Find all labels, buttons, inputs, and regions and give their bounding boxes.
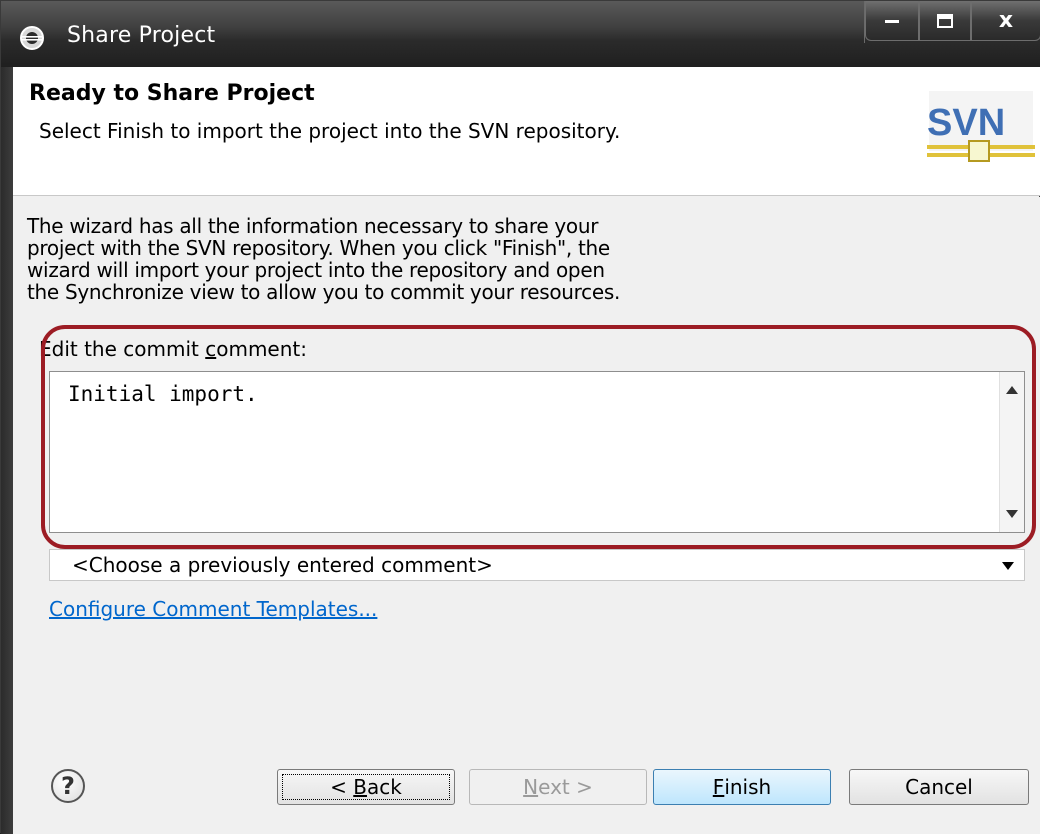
- minimize-button[interactable]: [865, 1, 919, 41]
- cancel-button[interactable]: Cancel: [849, 769, 1029, 805]
- svn-logo-text: SVN: [927, 102, 1005, 144]
- previous-comment-selected: <Choose a previously entered comment>: [72, 553, 493, 577]
- help-icon[interactable]: ?: [51, 769, 85, 803]
- focus-ring: [282, 774, 450, 800]
- svn-logo-icon: SVN: [927, 91, 1035, 162]
- finish-button[interactable]: Finish: [653, 769, 831, 805]
- window-controls: x: [864, 1, 1040, 43]
- maximize-icon: [937, 13, 953, 28]
- eclipse-icon: [20, 26, 44, 50]
- window-title: Share Project: [67, 23, 216, 48]
- chevron-down-icon[interactable]: [1002, 562, 1014, 570]
- wizard-header: Ready to Share Project Select Finish to …: [13, 67, 1040, 196]
- comment-scrollbar[interactable]: [999, 372, 1024, 532]
- intro-text: The wizard has all the information neces…: [27, 214, 621, 304]
- window-left-border: [1, 67, 13, 834]
- scroll-up-icon[interactable]: [1006, 386, 1018, 394]
- next-button[interactable]: Next >: [469, 769, 647, 805]
- page-description: Select Finish to import the project into…: [39, 119, 621, 143]
- close-button[interactable]: x: [971, 1, 1040, 41]
- configure-templates-link[interactable]: Configure Comment Templates...: [49, 597, 377, 621]
- title-bar: Share Project x: [1, 1, 1040, 67]
- minimize-icon: [885, 19, 899, 23]
- close-icon: x: [998, 8, 1014, 33]
- share-project-dialog: Share Project x Ready to Share Project S…: [0, 0, 1040, 834]
- page-title: Ready to Share Project: [29, 81, 315, 106]
- commit-comment-value: Initial import.: [68, 382, 258, 406]
- scroll-down-icon[interactable]: [1006, 510, 1018, 518]
- maximize-button[interactable]: [919, 1, 971, 41]
- previous-comment-dropdown[interactable]: <Choose a previously entered comment>: [49, 549, 1025, 581]
- commit-comment-label: Edit the commit comment:: [39, 337, 307, 361]
- wizard-body: The wizard has all the information neces…: [13, 197, 1040, 834]
- commit-comment-textarea[interactable]: Initial import.: [49, 371, 1025, 533]
- back-button[interactable]: < Back: [277, 769, 455, 805]
